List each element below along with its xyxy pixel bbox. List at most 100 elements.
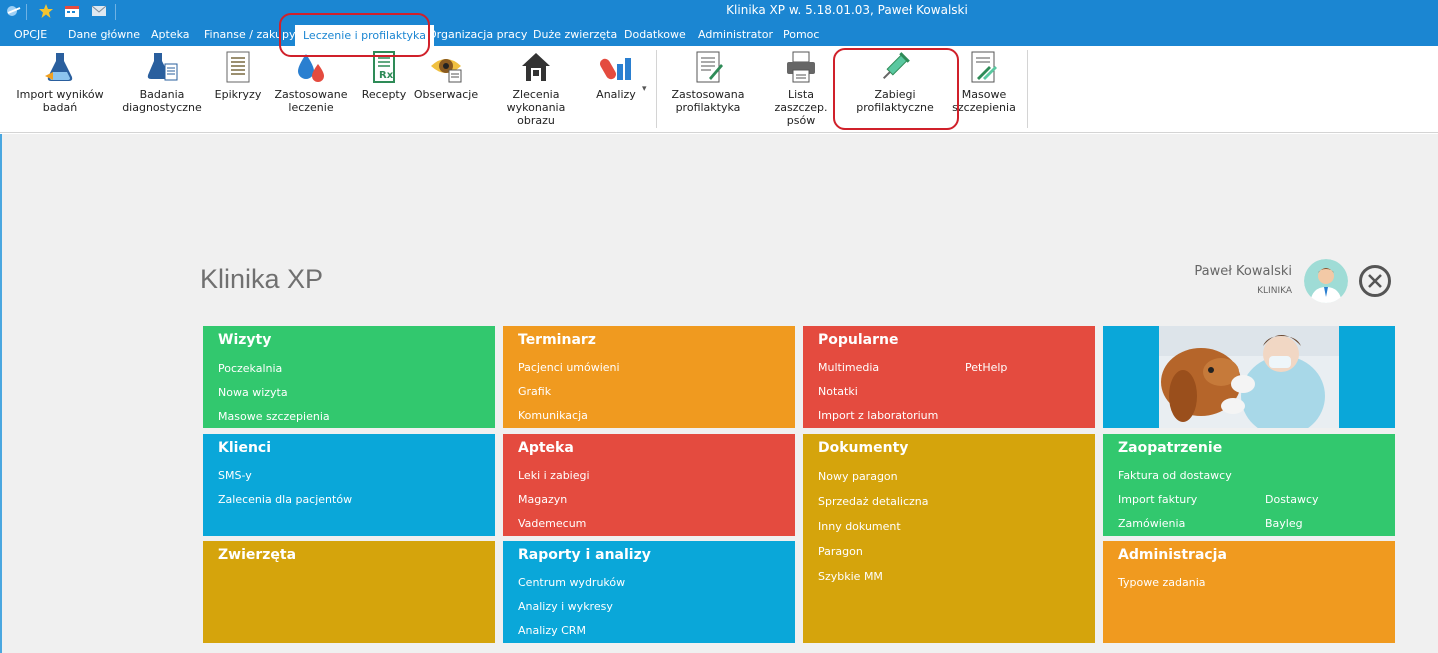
link-zamowienia[interactable]: Zamówienia (1118, 517, 1185, 530)
link-grafik[interactable]: Grafik (518, 385, 551, 398)
ribbon-label: profilaktyczne (856, 101, 934, 114)
ribbon-label: leczenie (288, 101, 334, 114)
menu-administrator[interactable]: Administrator (698, 24, 773, 46)
ribbon-separator (656, 50, 657, 128)
link-komunikacja[interactable]: Komunikacja (518, 409, 588, 422)
link-masowe-szczepienia[interactable]: Masowe szczepienia (218, 410, 330, 423)
tile-administracja: Administracja Typowe zadania (1103, 541, 1395, 643)
ribbon-label: obrazu (517, 114, 555, 127)
tile-title: Terminarz (518, 332, 596, 348)
avatar[interactable] (1304, 259, 1348, 303)
user-name: Paweł Kowalski (1194, 264, 1292, 279)
link-dostawcy[interactable]: Dostawcy (1265, 493, 1319, 506)
ribbon-label: Masowe (961, 88, 1007, 101)
link-leki-i-zabiegi[interactable]: Leki i zabiegi (518, 469, 590, 482)
menu-pomoc[interactable]: Pomoc (783, 24, 819, 46)
link-pacjenci-umowieni[interactable]: Pacjenci umówieni (518, 361, 620, 374)
tile-dokumenty: Dokumenty Nowy paragon Sprzedaż detalicz… (803, 434, 1095, 643)
tile-title: Zwierzęta (218, 547, 297, 563)
import-wynikow-button[interactable]: Import wyników badań (12, 50, 108, 114)
ribbon-label: badań (42, 101, 78, 114)
doc-pen-icon (691, 50, 725, 84)
menu-dane-glowne[interactable]: Dane główne (68, 24, 140, 46)
tile-title: Administracja (1118, 547, 1227, 563)
close-icon (1368, 274, 1382, 288)
link-analizy-crm[interactable]: Analizy CRM (518, 624, 586, 637)
tile-title: Apteka (518, 440, 574, 456)
ribbon-label: Analizy (596, 88, 636, 101)
link-typowe-zadania[interactable]: Typowe zadania (1118, 576, 1206, 589)
flask-import-icon (43, 50, 77, 84)
obserwacje-button[interactable]: Obserwacje (414, 50, 478, 101)
link-vademecum[interactable]: Vademecum (518, 517, 586, 530)
link-nowy-paragon[interactable]: Nowy paragon (818, 470, 898, 483)
ribbon-label: psów (786, 114, 816, 127)
link-poczekalnia[interactable]: Poczekalnia (218, 362, 282, 375)
tile-title: Raporty i analizy (518, 547, 651, 563)
tile-title: Klienci (218, 440, 272, 456)
menu-apteka[interactable]: Apteka (151, 24, 190, 46)
document-list-icon (221, 50, 255, 84)
prescription-icon: Rx (367, 50, 401, 84)
link-import-faktury[interactable]: Import faktury (1118, 493, 1197, 506)
ribbon-label: Zastosowana (671, 88, 745, 101)
menu-dodatkowe[interactable]: Dodatkowe (624, 24, 686, 46)
menu-opcje[interactable]: OPCJE (14, 24, 47, 46)
tile-title: Zaopatrzenie (1118, 440, 1223, 456)
ribbon-label: Badania (139, 88, 185, 101)
menu-organizacja-pracy[interactable]: Organizacja pracy (428, 24, 527, 46)
analizy-button[interactable]: Analizy (594, 50, 638, 101)
ribbon-toolbar: Import wyników badań Badania diagnostycz… (0, 46, 1438, 133)
zabiegi-profilaktyczne-button[interactable]: Zabiegi profilaktyczne (850, 50, 940, 114)
link-faktura-od-dostawcy[interactable]: Faktura od dostawcy (1118, 469, 1232, 482)
chevron-down-icon[interactable]: ▾ (642, 84, 647, 94)
ribbon-separator (1027, 50, 1028, 128)
link-inny-dokument[interactable]: Inny dokument (818, 520, 901, 533)
link-szybkie-mm[interactable]: Szybkie MM (818, 570, 883, 583)
link-zalecenia-dla-pacjentow[interactable]: Zalecenia dla pacjentów (218, 493, 352, 506)
link-magazyn[interactable]: Magazyn (518, 493, 567, 506)
ribbon-label: profilaktyka (675, 101, 741, 114)
zastosowane-leczenie-button[interactable]: Zastosowane leczenie (272, 50, 350, 114)
link-multimedia[interactable]: Multimedia (818, 361, 879, 374)
ribbon-label: Zlecenia wykonania (506, 88, 566, 114)
printer-icon (784, 50, 818, 84)
epikryzy-button[interactable]: Epikryzy (212, 50, 264, 101)
menu-finanse[interactable]: Finanse / zakupy (204, 24, 295, 46)
zlecenia-wykonania-obrazu-button[interactable]: Zlecenia wykonania obrazu (484, 50, 588, 127)
close-button[interactable] (1359, 265, 1391, 297)
house-icon (519, 50, 553, 84)
tile-zwierzeta[interactable]: Zwierzęta (203, 541, 495, 643)
menu-duze-zwierzeta[interactable]: Duże zwierzęta (533, 24, 617, 46)
ribbon-label: Lista zaszczep. (774, 88, 828, 114)
link-paragon[interactable]: Paragon (818, 545, 863, 558)
link-centrum-wydrukow[interactable]: Centrum wydruków (518, 576, 625, 589)
link-nowa-wizyta[interactable]: Nowa wizyta (218, 386, 288, 399)
recepty-button[interactable]: Rx Recepty (360, 50, 408, 101)
link-pethelp[interactable]: PetHelp (965, 361, 1007, 374)
link-analizy-i-wykresy[interactable]: Analizy i wykresy (518, 600, 613, 613)
link-bayleg[interactable]: Bayleg (1265, 517, 1303, 530)
badania-diagnostyczne-button[interactable]: Badania diagnostyczne (120, 50, 204, 114)
link-import-z-laboratorium[interactable]: Import z laboratorium (818, 409, 938, 422)
link-sms-y[interactable]: SMS-y (218, 469, 252, 482)
link-notatki[interactable]: Notatki (818, 385, 858, 398)
eye-icon (429, 50, 463, 84)
tile-raporty-i-analizy: Raporty i analizy Centrum wydruków Anali… (503, 541, 795, 643)
ribbon-label: Zabiegi (874, 88, 916, 101)
link-sprzedaz-detaliczna[interactable]: Sprzedaż detaliczna (818, 495, 928, 508)
ribbon-label: Recepty (361, 88, 407, 101)
tile-zaopatrzenie: Zaopatrzenie Faktura od dostawcy Import … (1103, 434, 1395, 536)
multi-syringe-icon (967, 50, 1001, 84)
vet-dog-photo (1159, 326, 1339, 428)
lista-zaszczepionych-psow-button[interactable]: Lista zaszczep. psów (760, 50, 842, 127)
zastosowana-profilaktyka-button[interactable]: Zastosowana profilaktyka (664, 50, 752, 114)
tab-leczenie-i-profilaktyka[interactable]: Leczenie i profilaktyka (295, 25, 434, 47)
ribbon-label: Zastosowane (274, 88, 348, 101)
masowe-szczepienia-button[interactable]: Masowe szczepienia (950, 50, 1018, 114)
tile-apteka: Apteka Leki i zabiegi Magazyn Vademecum (503, 434, 795, 536)
tile-title: Popularne (818, 332, 899, 348)
ribbon-label: diagnostyczne (122, 101, 202, 114)
tile-klienci: Klienci SMS-y Zalecenia dla pacjentów (203, 434, 495, 536)
drops-icon (294, 50, 328, 84)
